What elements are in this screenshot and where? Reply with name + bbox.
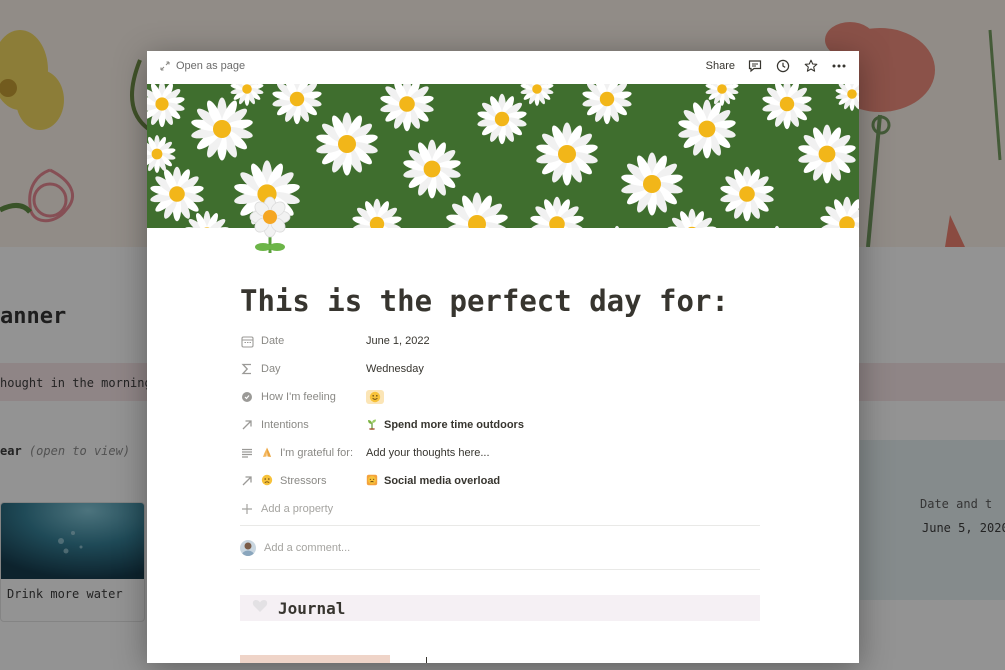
page-title[interactable]: This is the perfect day for: <box>240 284 729 318</box>
property-name-grateful[interactable]: I'm grateful for: <box>240 439 353 467</box>
property-grateful: I'm grateful for: Add your thoughts here… <box>240 439 760 467</box>
grateful-value: Add your thoughts here... <box>366 447 490 459</box>
page-peek-modal: Open as page Share This is the perfect d… <box>147 51 859 663</box>
property-value-feeling[interactable] <box>366 383 384 411</box>
property-date: Date June 1, 2022 <box>240 327 760 355</box>
property-intentions: Intentions Spend more time outdoors <box>240 411 760 439</box>
property-name-stressors[interactable]: Stressors <box>240 467 326 495</box>
property-label: Date <box>261 335 285 347</box>
avatar <box>240 540 256 556</box>
property-name-feeling[interactable]: How I'm feeling <box>240 383 336 411</box>
add-property-row: Add a property <box>240 495 760 523</box>
text-lines-icon <box>240 446 254 460</box>
property-value-intentions[interactable]: Spend more time outdoors <box>366 411 524 439</box>
add-comment-placeholder: Add a comment... <box>264 542 351 554</box>
open-as-page-button[interactable]: Open as page <box>160 60 245 72</box>
expand-icon <box>160 61 170 71</box>
plus-icon <box>240 502 254 516</box>
modal-actions: Share <box>706 58 847 74</box>
stressors-value: Social media overload <box>384 475 501 487</box>
add-property-label: Add a property <box>261 503 334 515</box>
property-label: Stressors <box>280 475 327 487</box>
smiley-face-icon <box>366 390 384 404</box>
property-value-date[interactable]: June 1, 2022 <box>366 327 430 355</box>
journal-image-preview[interactable] <box>240 655 390 663</box>
property-label: I'm grateful for: <box>280 447 354 459</box>
comment-divider <box>240 569 760 570</box>
comment-icon[interactable] <box>747 58 763 74</box>
text-cursor <box>426 657 427 663</box>
relation-arrow-icon <box>240 474 254 488</box>
properties-divider <box>240 525 760 526</box>
property-stressors: Stressors Social media overload <box>240 467 760 495</box>
properties-list: Date June 1, 2022 Day Wednesday How I'm … <box>240 327 760 523</box>
property-day: Day Wednesday <box>240 355 760 383</box>
add-property-button[interactable]: Add a property <box>240 495 333 523</box>
modal-top-bar: Open as page Share <box>147 51 859 84</box>
worried-face-icon <box>261 474 273 489</box>
intentions-value: Spend more time outdoors <box>384 419 524 431</box>
praying-hands-icon <box>261 446 273 461</box>
property-value-grateful[interactable]: Add your thoughts here... <box>366 439 490 467</box>
property-label: Day <box>261 363 281 375</box>
property-label: How I'm feeling <box>261 391 336 403</box>
day-value: Wednesday <box>366 363 424 375</box>
property-value-stressors[interactable]: Social media overload <box>366 467 500 495</box>
property-label: Intentions <box>261 419 309 431</box>
property-value-day[interactable]: Wednesday <box>366 355 424 383</box>
daisy-icon[interactable] <box>247 195 293 257</box>
journal-label: Journal <box>278 598 346 618</box>
heart-icon <box>252 598 268 618</box>
property-name-day[interactable]: Day <box>240 355 281 383</box>
sprout-icon <box>366 418 378 433</box>
property-name-date[interactable]: Date <box>240 327 284 355</box>
open-as-page-label: Open as page <box>176 60 246 72</box>
calendar-icon <box>240 334 254 348</box>
more-icon[interactable] <box>831 58 847 74</box>
property-name-intentions[interactable]: Intentions <box>240 411 309 439</box>
date-value: June 1, 2022 <box>366 335 430 347</box>
history-icon[interactable] <box>775 58 791 74</box>
circle-icon <box>240 390 254 404</box>
star-icon[interactable] <box>803 58 819 74</box>
journal-callout[interactable]: Journal <box>240 595 760 621</box>
sigma-icon <box>240 362 254 376</box>
property-feeling: How I'm feeling <box>240 383 760 411</box>
tired-face-icon <box>366 474 378 489</box>
share-button[interactable]: Share <box>706 60 735 72</box>
relation-arrow-icon <box>240 418 254 432</box>
add-comment-input[interactable]: Add a comment... <box>240 538 350 558</box>
